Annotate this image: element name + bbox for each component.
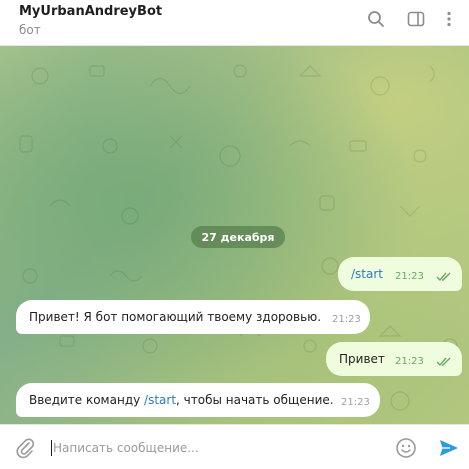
emoji-icon[interactable] bbox=[395, 437, 417, 459]
message-text: Привет bbox=[339, 352, 385, 366]
search-icon bbox=[368, 11, 384, 27]
search-button[interactable] bbox=[365, 8, 387, 30]
chat-title[interactable]: MyUrbanAndreyBot bbox=[19, 4, 162, 19]
chat-area[interactable]: 27 декабря /start 21:23 Привет! Я бот по… bbox=[0, 46, 469, 424]
message-input[interactable] bbox=[53, 436, 373, 460]
command-link[interactable]: /start bbox=[144, 393, 176, 407]
text-caret bbox=[51, 440, 52, 456]
message-time: 21:23 bbox=[341, 397, 370, 408]
chat-subtitle: бот bbox=[19, 23, 41, 37]
send-icon[interactable] bbox=[438, 437, 460, 459]
chat-header: MyUrbanAndreyBot бот bbox=[0, 0, 469, 46]
message-text[interactable]: /start bbox=[351, 267, 383, 281]
message-composer bbox=[0, 424, 469, 469]
message-text-after: , чтобы начать общение. bbox=[176, 393, 334, 407]
message-time: 21:23 bbox=[395, 356, 424, 367]
message-time: 21:23 bbox=[395, 271, 424, 282]
more-icon bbox=[447, 11, 451, 27]
message-text-before: Введите команду bbox=[29, 393, 145, 407]
message-bubble-incoming[interactable]: Привет! Я бот помогающий твоему здоровью… bbox=[16, 300, 370, 334]
sidebar-toggle-button[interactable] bbox=[405, 8, 427, 30]
message-bubble-outgoing[interactable]: Привет 21:23 bbox=[326, 342, 462, 376]
message-text: Введите команду /start, чтобы начать общ… bbox=[29, 393, 334, 407]
date-separator: 27 декабря bbox=[191, 226, 285, 248]
sidebar-toggle-icon bbox=[407, 11, 425, 27]
double-check-icon bbox=[436, 357, 451, 367]
message-bubble-outgoing[interactable]: /start 21:23 bbox=[338, 257, 462, 291]
double-check-icon bbox=[436, 272, 451, 282]
paperclip-icon[interactable] bbox=[14, 437, 36, 459]
message-bubble-incoming[interactable]: Введите команду /start, чтобы начать общ… bbox=[16, 383, 380, 417]
message-text: Привет! Я бот помогающий твоему здоровью… bbox=[29, 310, 322, 324]
more-button[interactable] bbox=[438, 8, 460, 30]
message-time: 21:23 bbox=[332, 314, 361, 325]
